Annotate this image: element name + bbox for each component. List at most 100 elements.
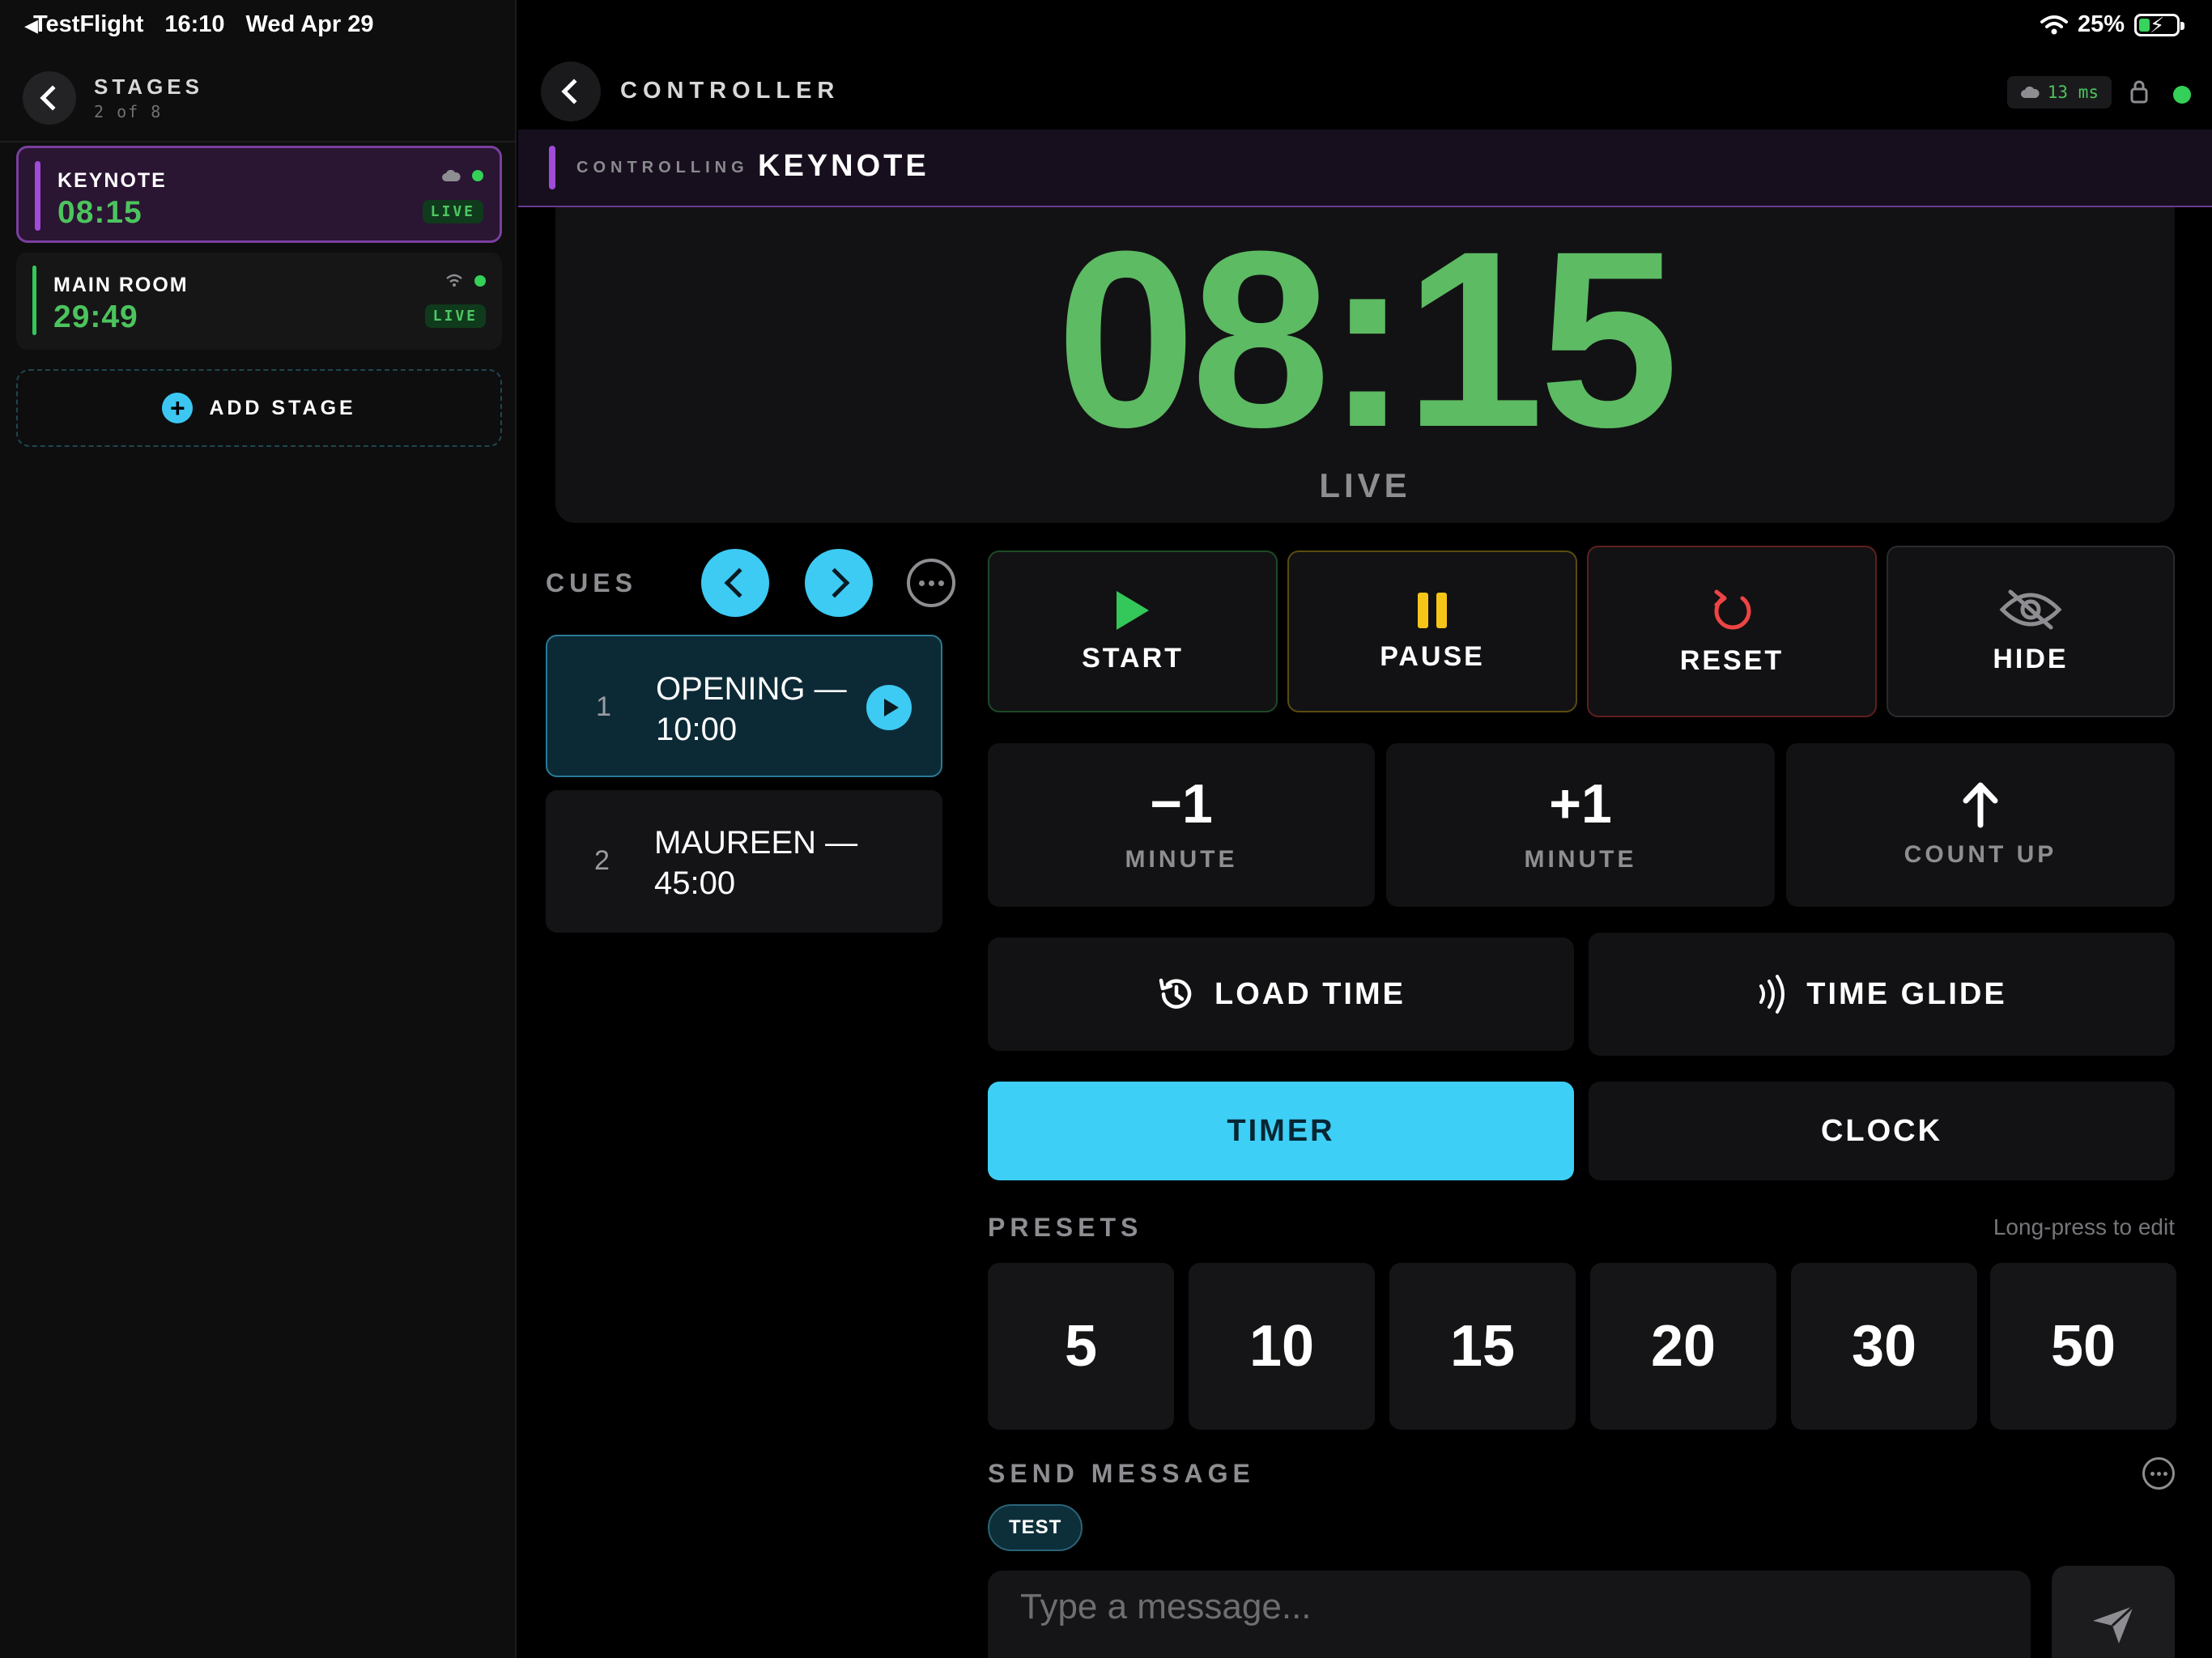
stage-status [441, 169, 483, 182]
clock-mode-button[interactable]: CLOCK [1589, 1082, 2175, 1180]
stage-accent-bar [35, 161, 40, 231]
wifi-icon [446, 274, 462, 287]
count-up-label: COUNT UP [1904, 841, 2057, 868]
sidebar-back-button[interactable] [23, 71, 76, 125]
dot [2150, 1471, 2155, 1476]
live-badge: LIVE [424, 304, 486, 328]
connection-status-dot [2173, 86, 2191, 104]
live-badge: LIVE [422, 200, 483, 223]
eye-slash-icon [1999, 589, 2062, 629]
minus-unit: MINUTE [1125, 846, 1238, 873]
timer-time: 08:15 [1056, 198, 1679, 479]
presets-label: PRESETS [988, 1213, 1143, 1242]
load-time-label: LOAD TIME [1214, 976, 1406, 1011]
timer-display: 08:15 LIVE [555, 207, 2175, 523]
plus-minute-button[interactable]: +1 MINUTE [1386, 743, 1775, 907]
play-circle-icon[interactable] [866, 685, 912, 730]
start-button[interactable]: START [988, 551, 1278, 712]
sidebar-subtitle: 2 of 8 [94, 102, 163, 121]
cue-item-opening[interactable]: 1 OPENING — 10:00 [546, 635, 942, 777]
timer-state: LIVE [1319, 466, 1411, 504]
cloud-icon [442, 169, 461, 181]
controller-title: CONTROLLER [620, 78, 840, 104]
preset-button[interactable]: 20 [1590, 1263, 1776, 1430]
battery-percent: 25% [2077, 11, 2125, 37]
latency-value: 13 ms [2047, 83, 2099, 102]
chevron-right-icon [819, 568, 850, 598]
timer-mode-label: TIMER [1227, 1113, 1335, 1148]
message-input[interactable] [988, 1571, 2031, 1658]
cue-item-maureen[interactable]: 2 MAUREEN — 45:00 [546, 790, 942, 933]
add-stage-button[interactable]: + ADD STAGE [16, 369, 502, 447]
dot [2163, 1471, 2167, 1476]
status-left: ◀ TestFlight 16:10 Wed Apr 29 [24, 11, 373, 38]
preset-button[interactable]: 50 [1990, 1263, 2176, 1430]
dot [2156, 1471, 2161, 1476]
preset-button[interactable]: 5 [988, 1263, 1174, 1430]
chevron-left-icon [561, 79, 587, 104]
online-dot-icon [474, 275, 486, 287]
timer-mode-button[interactable]: TIMER [988, 1082, 1574, 1180]
battery-icon: ⚡ [2134, 13, 2184, 37]
message-more-button[interactable] [2142, 1457, 2175, 1490]
controlling-label: CONTROLLING [576, 159, 749, 176]
dot [918, 580, 925, 586]
status-date: Wed Apr 29 [245, 11, 374, 37]
status-time: 16:10 [164, 11, 225, 37]
stage-time: 29:49 [53, 300, 138, 334]
wifi-icon [2040, 15, 2068, 34]
cloud-icon [2020, 86, 2040, 98]
time-glide-button[interactable]: TIME GLIDE [1589, 933, 2175, 1056]
minus-value: −1 [1150, 773, 1213, 835]
cues-more-button[interactable] [907, 559, 955, 607]
add-stage-label: ADD STAGE [209, 396, 356, 419]
pause-label: PAUSE [1380, 640, 1485, 672]
stage-card-keynote[interactable]: KEYNOTE 08:15 LIVE [16, 146, 502, 243]
plus-value: +1 [1549, 773, 1612, 835]
cue-previous-button[interactable] [701, 549, 769, 617]
controlling-stage-name: KEYNOTE [758, 149, 929, 183]
load-time-button[interactable]: LOAD TIME [988, 937, 1574, 1051]
reset-label: RESET [1679, 644, 1784, 676]
cue-number: 1 [596, 691, 611, 722]
reset-icon [1714, 589, 1751, 629]
preset-button[interactable]: 10 [1189, 1263, 1375, 1430]
minus-minute-button[interactable]: −1 MINUTE [988, 743, 1375, 907]
time-glide-label: TIME GLIDE [1806, 976, 2007, 1011]
send-icon [2093, 1605, 2135, 1643]
pause-button[interactable]: PAUSE [1287, 551, 1577, 712]
send-message-button[interactable] [2052, 1566, 2175, 1658]
back-app-label: TestFlight [32, 11, 144, 37]
status-right: 25% ⚡ [2040, 11, 2184, 38]
controller-header: CONTROLLER 13 ms [518, 58, 2212, 131]
hide-button[interactable]: HIDE [1887, 546, 2175, 717]
pause-icon [1418, 592, 1447, 628]
arrow-up-icon [1963, 782, 1998, 828]
preset-button[interactable]: 30 [1791, 1263, 1977, 1430]
stage-name: KEYNOTE [57, 169, 167, 192]
glide-waves-icon [1759, 975, 1785, 1014]
dot [938, 580, 944, 586]
stage-time: 08:15 [57, 195, 143, 230]
start-label: START [1082, 642, 1184, 674]
count-up-button[interactable]: COUNT UP [1786, 743, 2175, 907]
plus-unit: MINUTE [1524, 846, 1637, 873]
reset-button[interactable]: RESET [1587, 546, 1877, 717]
controller-back-button[interactable] [541, 62, 601, 121]
send-message-label: SEND MESSAGE [988, 1459, 1255, 1488]
presets-hint: Long-press to edit [1993, 1214, 2175, 1239]
preset-button[interactable]: 15 [1389, 1263, 1576, 1430]
chevron-left-icon [724, 568, 755, 598]
message-chip-test[interactable]: TEST [988, 1504, 1083, 1551]
status-bar: ◀ TestFlight 16:10 Wed Apr 29 25% ⚡ [0, 0, 2212, 50]
stage-name: MAIN ROOM [53, 274, 189, 296]
lock-icon[interactable] [2129, 79, 2149, 104]
stages-sidebar: STAGES 2 of 8 KEYNOTE 08:15 LIVE MAIN RO… [0, 0, 517, 1658]
back-to-app-link[interactable]: ◀ TestFlight [24, 11, 143, 38]
sidebar-title: STAGES [94, 74, 203, 99]
cue-next-button[interactable] [805, 549, 873, 617]
stage-card-main-room[interactable]: MAIN ROOM 29:49 LIVE [16, 253, 502, 350]
stage-status [445, 274, 486, 288]
cue-title: OPENING — 10:00 [656, 671, 847, 747]
cue-title: MAUREEN — 45:00 [654, 825, 858, 901]
